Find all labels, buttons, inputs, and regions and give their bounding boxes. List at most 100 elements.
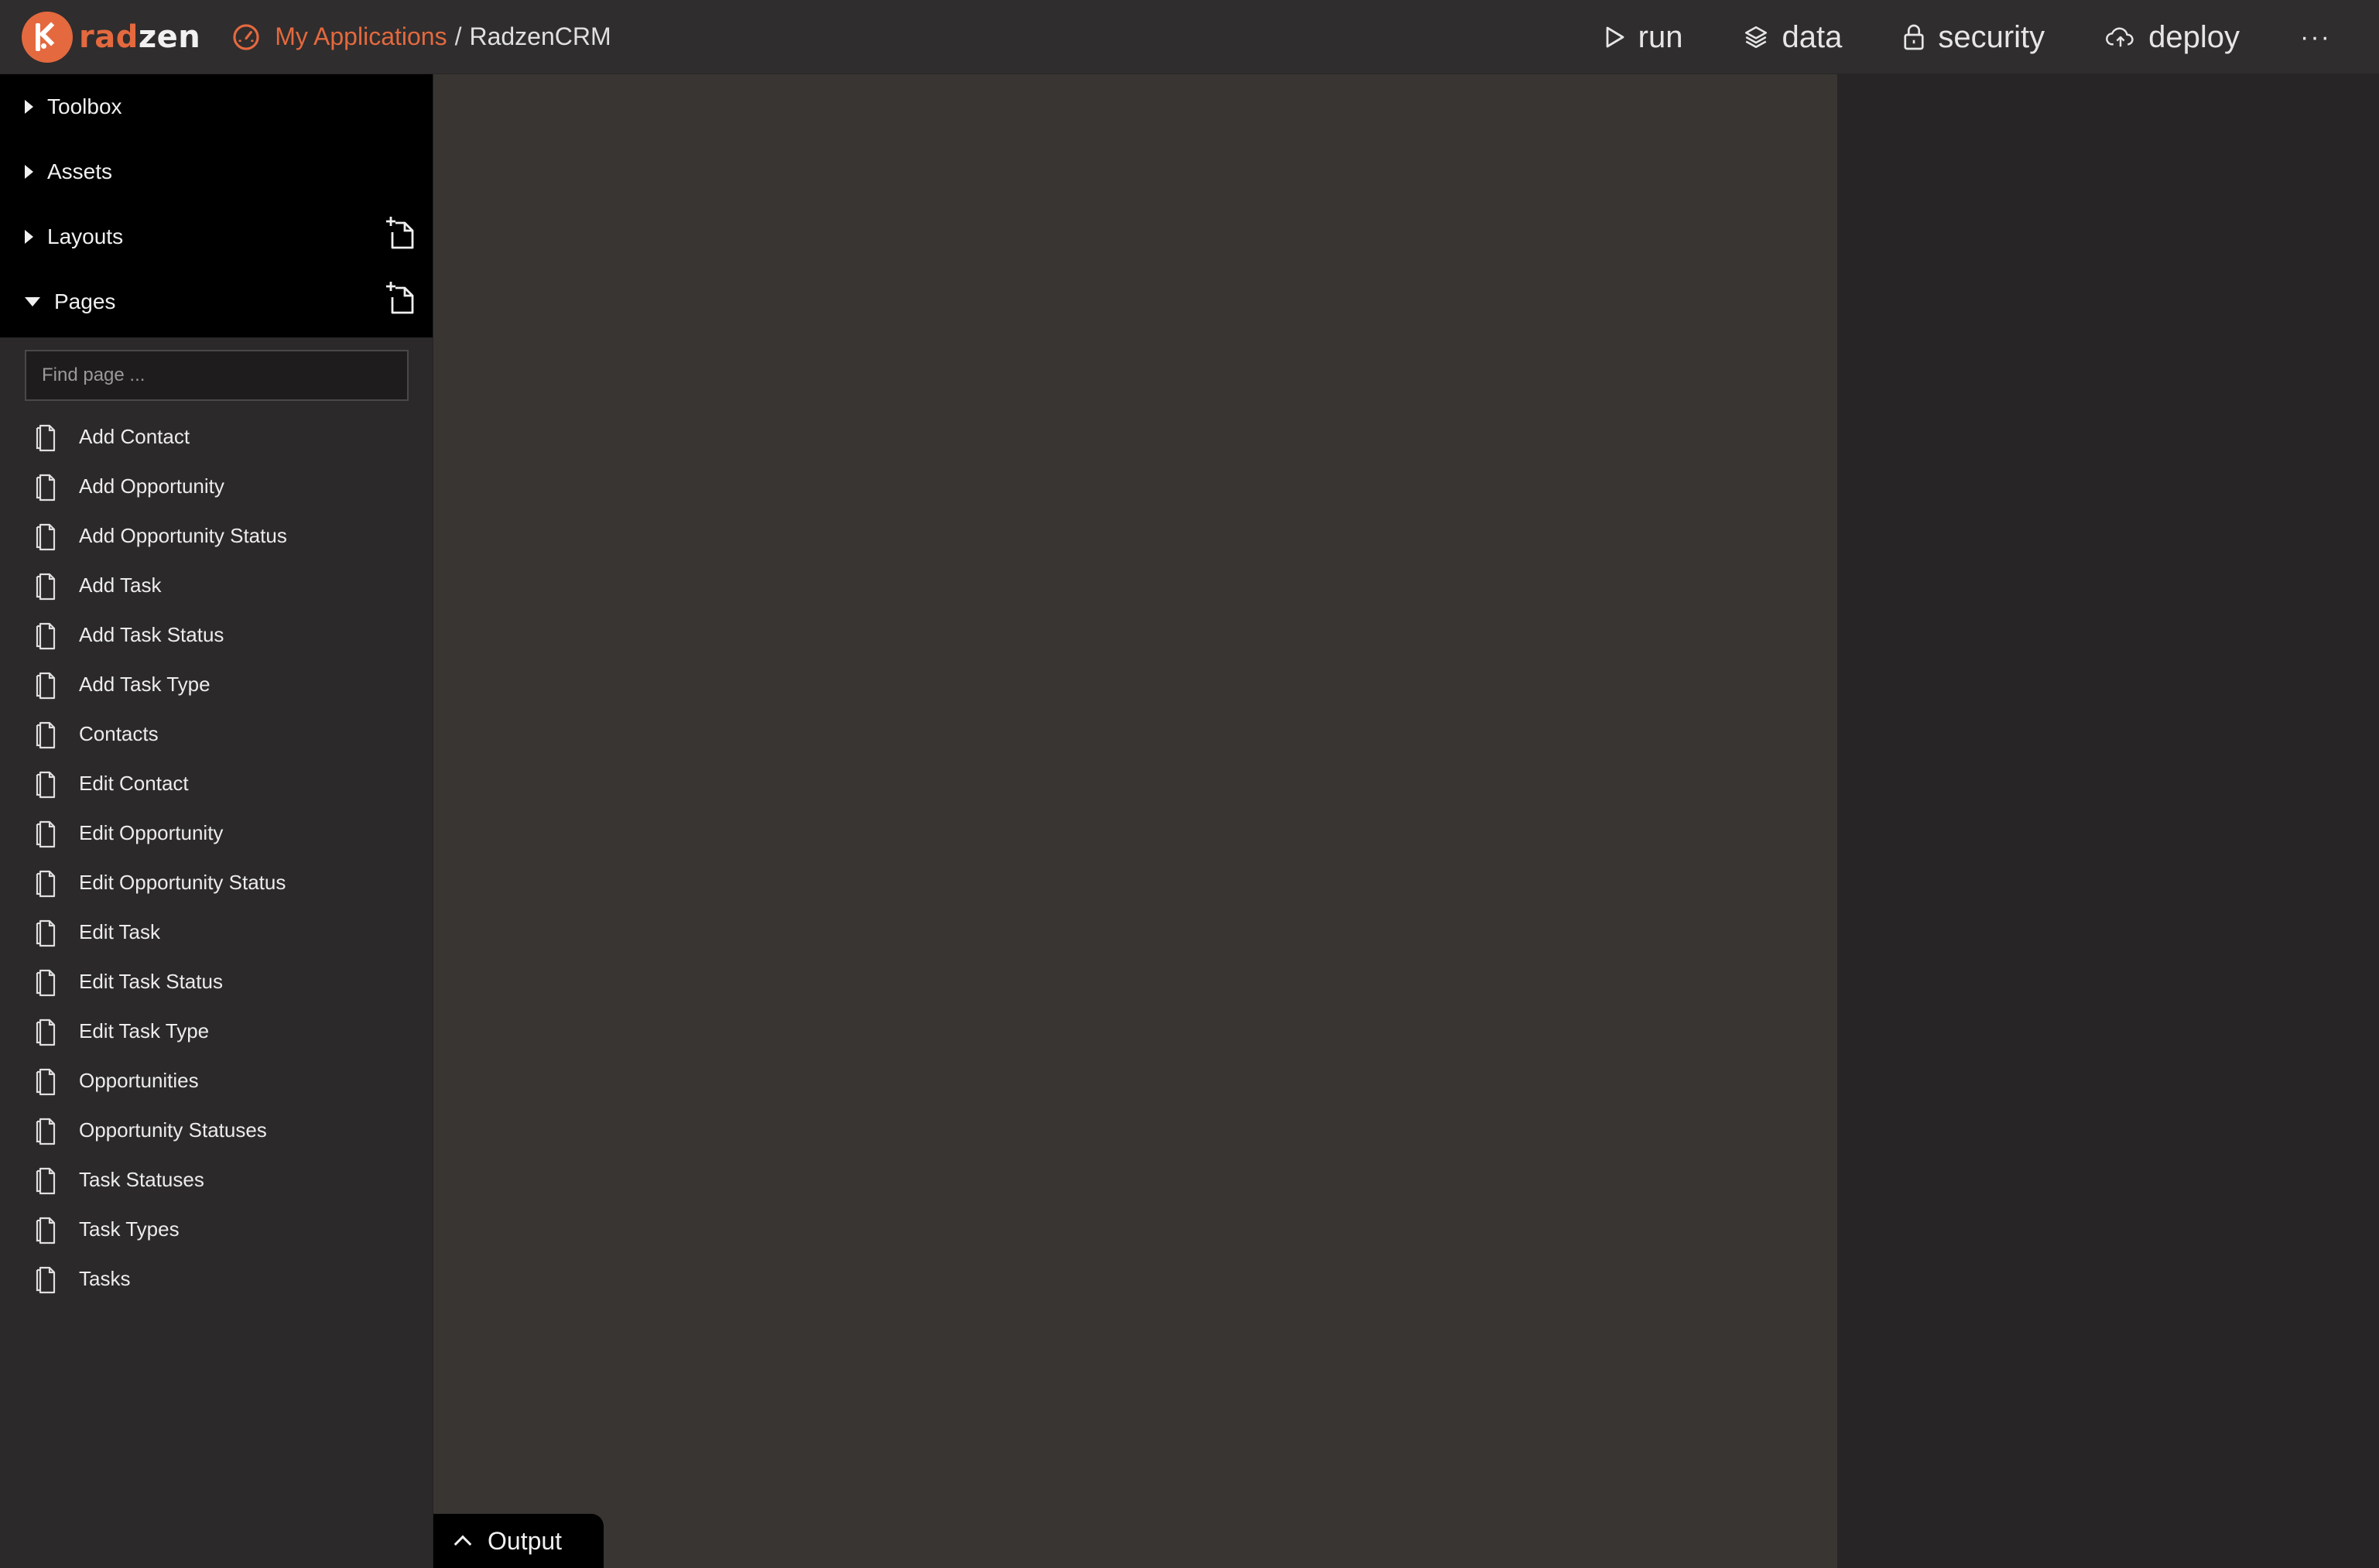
accordion-pages[interactable]: Pages [0,269,433,334]
page-list-item[interactable]: Edit Opportunity [0,808,433,858]
page-file-icon [36,1266,56,1294]
play-icon [1606,26,1624,48]
radzen-logo-icon [22,11,73,63]
page-list-item[interactable]: Tasks [0,1254,433,1303]
brand-name-accent: rad [79,19,139,55]
accordion-pages-label: Pages [54,289,116,313]
page-list-item-label: Edit Task Type [79,1019,210,1042]
cloud-upload-icon [2106,27,2134,47]
page-list-item-label: Add Task Status [79,622,224,646]
page-list-item-label: Task Statuses [79,1167,204,1191]
sidebar-accordion: Toolbox Assets Layouts Pages [0,74,433,337]
brand-name-rest: zen [138,19,201,55]
deploy-button[interactable]: deploy [2105,20,2240,55]
caret-right-icon [25,230,33,244]
accordion-layouts-label: Layouts [47,224,124,248]
caret-down-icon [25,297,40,306]
output-panel-toggle[interactable]: Output [433,1514,604,1568]
add-page-icon[interactable] [385,280,416,316]
page-list-item[interactable]: Add Task Status [0,610,433,659]
page-list-item[interactable]: Edit Task Status [0,957,433,1006]
page-file-icon [36,523,56,551]
page-file-icon [36,919,56,947]
caret-right-icon [25,100,33,114]
page-list-item-label: Edit Task Status [79,969,223,993]
brand[interactable]: radzen [22,11,200,63]
page-list-item[interactable]: Add Opportunity [0,461,433,511]
page-list-item-label: Edit Opportunity [79,820,224,844]
page-file-icon [36,573,56,601]
deploy-label: deploy [2148,19,2240,54]
page-list-item[interactable]: Task Types [0,1204,433,1254]
breadcrumb-current-app: RadzenCRM [469,22,611,50]
page-list-item[interactable]: Edit Opportunity Status [0,858,433,907]
page-file-icon [36,870,56,898]
chevron-up-icon [454,1535,472,1553]
page-search-wrap [0,337,433,401]
page-file-icon [36,424,56,452]
lock-icon [1904,24,1924,50]
brand-name: radzen [79,19,200,55]
page-file-icon [36,1019,56,1046]
page-list-item-label: Contacts [79,721,159,745]
page-file-icon [36,1217,56,1244]
more-menu-button[interactable]: ··· [2300,22,2331,53]
properties-panel [1837,74,2379,1568]
page-list-item-label: Tasks [79,1266,131,1290]
page-list-item-label: Edit Contact [79,771,189,795]
page-list-item-label: Add Opportunity Status [79,523,287,547]
page-list-item-label: Add Task [79,573,162,597]
page-list-item[interactable]: Edit Task Type [0,1006,433,1056]
caret-right-icon [25,165,33,179]
page-list-item-label: Add Contact [79,424,190,448]
page-list-item-label: Opportunities [79,1068,199,1092]
find-page-input[interactable] [25,350,409,401]
page-file-icon [36,771,56,799]
accordion-toolbox[interactable]: Toolbox [0,74,433,139]
breadcrumb-separator: / [454,22,462,50]
page-list-item-label: Edit Task [79,919,161,943]
add-layout-icon[interactable] [385,215,416,251]
page-list-item-label: Add Opportunity [79,474,224,498]
top-nav: run data security deploy ··· [1604,0,2379,74]
data-button[interactable]: data [1743,20,1842,55]
page-list-item[interactable]: Edit Task [0,907,433,957]
page-list: Add Contact Add Opportunity Add Opportunit… [0,412,433,1303]
page-file-icon [36,672,56,700]
page-list-item[interactable]: Opportunity Statuses [0,1105,433,1155]
page-list-item[interactable]: Add Task [0,560,433,610]
page-file-icon [36,1068,56,1096]
accordion-toolbox-label: Toolbox [47,94,122,118]
page-list-item[interactable]: Edit Contact [0,758,433,808]
page-list-item[interactable]: Add Opportunity Status [0,511,433,560]
breadcrumb: My Applications / RadzenCRM [231,22,611,52]
page-list-item-label: Edit Opportunity Status [79,870,286,894]
data-label: data [1782,19,1843,54]
page-list-item[interactable]: Add Task Type [0,659,433,709]
security-label: security [1938,19,2045,54]
output-label: Output [488,1526,563,1555]
security-button[interactable]: security [1902,20,2045,55]
page-file-icon [36,622,56,650]
page-list-item-label: Add Task Type [79,672,211,696]
run-button[interactable]: run [1604,19,1683,55]
accordion-layouts[interactable]: Layouts [0,204,433,269]
page-list-item[interactable]: Opportunities [0,1056,433,1105]
page-file-icon [36,1167,56,1195]
sidebar: Toolbox Assets Layouts Pages Find page .… [0,74,433,1568]
breadcrumb-my-applications-link[interactable]: My Applications [275,22,447,51]
layers-icon [1745,26,1768,49]
page-file-icon [36,969,56,997]
page-file-icon [36,820,56,848]
design-canvas[interactable] [433,74,1837,1568]
page-list-item-label: Task Types [79,1217,180,1241]
page-list-item[interactable]: Add Contact [0,412,433,461]
dashboard-gauge-icon [233,23,259,50]
page-file-icon [36,721,56,749]
accordion-assets[interactable]: Assets [0,139,433,204]
run-label: run [1638,19,1683,54]
page-list-item[interactable]: Contacts [0,709,433,758]
page-list-item[interactable]: Task Statuses [0,1155,433,1204]
page-list-item-label: Opportunity Statuses [79,1118,267,1142]
page-file-icon [36,474,56,502]
